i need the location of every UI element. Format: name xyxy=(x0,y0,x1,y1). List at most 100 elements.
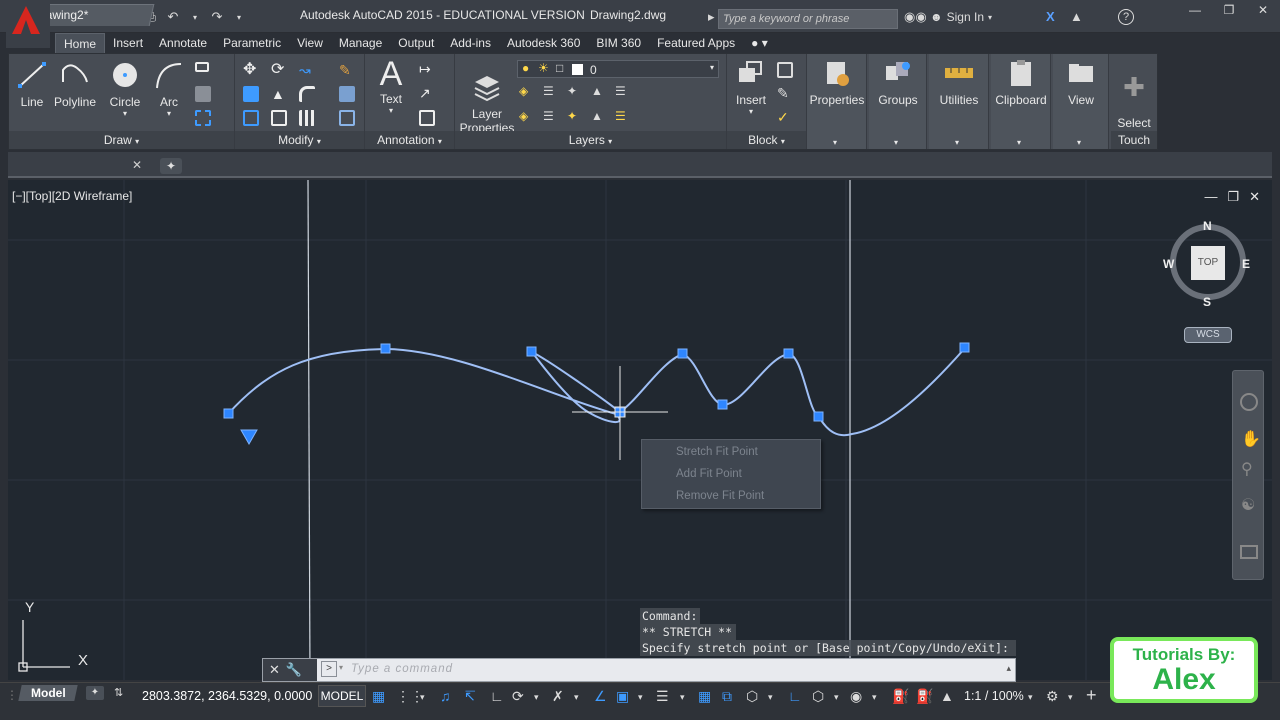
polyline-tool[interactable]: Polyline xyxy=(51,60,99,109)
chevron-down-icon[interactable]: ▾ xyxy=(872,692,877,703)
mirror-icon[interactable]: ▲ xyxy=(271,86,287,102)
lineweight-icon[interactable]: ☰ xyxy=(656,688,669,705)
layer-tool-icon[interactable]: ☰ xyxy=(543,84,567,103)
circle-tool[interactable]: Circle ▾ xyxy=(105,60,145,118)
search-input[interactable]: Type a keyword or phrase xyxy=(718,9,898,29)
annotation-panel-title[interactable]: Annotation ▾ xyxy=(365,131,454,149)
modify-panel-title[interactable]: Modify ▾ xyxy=(235,131,364,149)
workspace-gear-icon[interactable]: ⚙ xyxy=(1046,688,1059,705)
tab-autodesk-360[interactable]: Autodesk 360 xyxy=(499,33,588,53)
model-space-button[interactable]: MODEL xyxy=(318,685,366,707)
minimize-icon[interactable]: — xyxy=(1204,189,1217,205)
isodraft-icon[interactable]: ✗ xyxy=(552,688,564,705)
grip-end[interactable] xyxy=(959,342,970,353)
layer-tool-icon[interactable]: ✦ xyxy=(567,84,591,103)
rectangle-icon[interactable] xyxy=(195,62,209,72)
layer-tool-icon[interactable]: ✦ xyxy=(567,109,591,128)
sign-in-button[interactable]: ☻ Sign In ▾ xyxy=(930,10,992,24)
offset-icon[interactable] xyxy=(339,110,355,126)
transparency-icon[interactable]: ▦ xyxy=(698,688,711,705)
insert-tool[interactable]: Insert ▾ xyxy=(731,58,771,116)
table-icon[interactable] xyxy=(419,110,435,126)
grip-point[interactable] xyxy=(380,343,391,354)
array-icon[interactable] xyxy=(299,110,315,126)
chevron-down-icon[interactable]: ▾ xyxy=(1028,692,1033,703)
minimize-icon[interactable]: — xyxy=(1178,0,1212,20)
help-icon[interactable]: ? xyxy=(1118,9,1134,25)
application-menu-button[interactable] xyxy=(6,4,50,48)
groups-panel[interactable]: Groups ▾ xyxy=(869,54,927,149)
spline-curve[interactable] xyxy=(227,347,966,437)
selection-cycling-icon[interactable]: ⧉ xyxy=(722,688,732,705)
layer-tool-icon[interactable]: ▲ xyxy=(591,84,615,103)
command-prompt-icon[interactable]: > xyxy=(321,661,337,677)
grip-point[interactable] xyxy=(526,346,537,357)
redo-icon[interactable]: ↷ xyxy=(208,8,226,26)
draw-panel-title[interactable]: Draw ▾ xyxy=(9,131,234,149)
tab-insert[interactable]: Insert xyxy=(105,33,151,53)
chevron-down-icon[interactable]: ▾ xyxy=(1068,692,1073,703)
menu-item-remove-fit-point[interactable]: Remove Fit Point xyxy=(676,490,764,502)
grip-point[interactable] xyxy=(813,411,824,422)
chevron-down-icon[interactable]: ▾ xyxy=(339,663,343,672)
close-icon[interactable]: ✕ xyxy=(269,662,280,678)
layer-tool-icon[interactable]: ◈ xyxy=(519,84,543,103)
gizmo-icon[interactable]: ◉ xyxy=(850,688,862,705)
coordinate-readout[interactable]: 2803.3872, 2364.5329, 0.0000 xyxy=(142,689,312,703)
copy-icon[interactable] xyxy=(243,86,259,102)
rotate-icon[interactable]: ⟳ xyxy=(271,62,287,78)
tab-manage[interactable]: Manage xyxy=(331,33,390,53)
block-panel-title[interactable]: Block ▾ xyxy=(727,131,806,149)
showmotion-icon[interactable] xyxy=(1240,545,1258,559)
grip-start[interactable] xyxy=(223,408,234,419)
add-icon[interactable]: + xyxy=(1086,685,1097,706)
dimension-icon[interactable]: ↦ xyxy=(419,62,435,78)
create-block-icon[interactable] xyxy=(777,62,793,78)
boundary-icon[interactable] xyxy=(195,110,211,126)
add-layout-button[interactable]: ✦ xyxy=(86,686,104,700)
zoom-extents-icon[interactable]: ⚲ xyxy=(1241,459,1253,479)
compass-north[interactable]: N xyxy=(1203,219,1212,233)
fillet-icon[interactable] xyxy=(299,86,315,102)
dynamic-ucs-icon[interactable]: ∟ xyxy=(788,688,802,704)
view-panel[interactable]: View ▾ xyxy=(1053,54,1109,149)
steering-wheel-icon[interactable] xyxy=(1240,393,1258,411)
search-arrow-icon[interactable]: ▸ xyxy=(708,9,715,25)
exchange-icon[interactable]: X xyxy=(1046,9,1055,24)
stretch-icon[interactable] xyxy=(243,110,259,126)
tab-featured-apps[interactable]: Featured Apps xyxy=(649,33,743,53)
spline-tangent-grip[interactable] xyxy=(240,429,258,446)
compass-south[interactable]: S xyxy=(1203,295,1211,309)
tab-view[interactable]: View xyxy=(289,33,331,53)
utilities-panel[interactable]: Utilities ▾ xyxy=(929,54,989,149)
chevron-down-icon[interactable]: ▾ xyxy=(534,692,539,703)
text-tool[interactable]: A Text ▾ xyxy=(371,56,411,115)
annotation-scale-icon[interactable]: ▲ xyxy=(940,688,954,704)
tab-bim-360[interactable]: BIM 360 xyxy=(588,33,649,53)
compass-west[interactable]: W xyxy=(1163,257,1174,271)
layout-menu-icon[interactable]: ⇅ xyxy=(114,686,123,699)
selection-filter-icon[interactable]: ⬡ xyxy=(812,688,824,705)
viewcube[interactable]: TOP N S W E xyxy=(1163,219,1250,309)
trim-icon[interactable]: ↝ xyxy=(299,62,315,78)
maximize-icon[interactable]: ❐ xyxy=(1212,0,1246,20)
object-snap-icon[interactable]: ▣ xyxy=(616,688,629,705)
restore-icon[interactable]: ❐ xyxy=(1227,189,1239,205)
undo-icon[interactable]: ↶ xyxy=(164,8,182,26)
properties-panel[interactable]: Properties ▾ xyxy=(807,54,867,149)
arc-tool[interactable]: Arc ▾ xyxy=(151,60,187,118)
clipboard-panel[interactable]: Clipboard ▾ xyxy=(991,54,1051,149)
layer-tool-icon[interactable]: ☰ xyxy=(615,109,639,128)
attribute-icon[interactable]: ✓ xyxy=(777,110,793,126)
new-tab-button[interactable]: ✦ xyxy=(160,158,182,174)
chevron-down-icon[interactable]: ▾ xyxy=(768,692,773,703)
menu-item-stretch-fit-point[interactable]: Stretch Fit Point xyxy=(676,446,758,458)
tab-parametric[interactable]: Parametric xyxy=(215,33,289,53)
stay-connected-icon[interactable]: ▲ xyxy=(1070,9,1083,24)
annotation-visibility-icon[interactable]: ⛽ xyxy=(892,688,909,705)
grip-point[interactable] xyxy=(783,348,794,359)
tab-annotate[interactable]: Annotate xyxy=(151,33,215,53)
tab-add-ins[interactable]: Add-ins xyxy=(442,33,499,53)
chevron-down-icon[interactable]: ▾ xyxy=(574,692,579,703)
leader-icon[interactable]: ↗ xyxy=(419,86,435,102)
